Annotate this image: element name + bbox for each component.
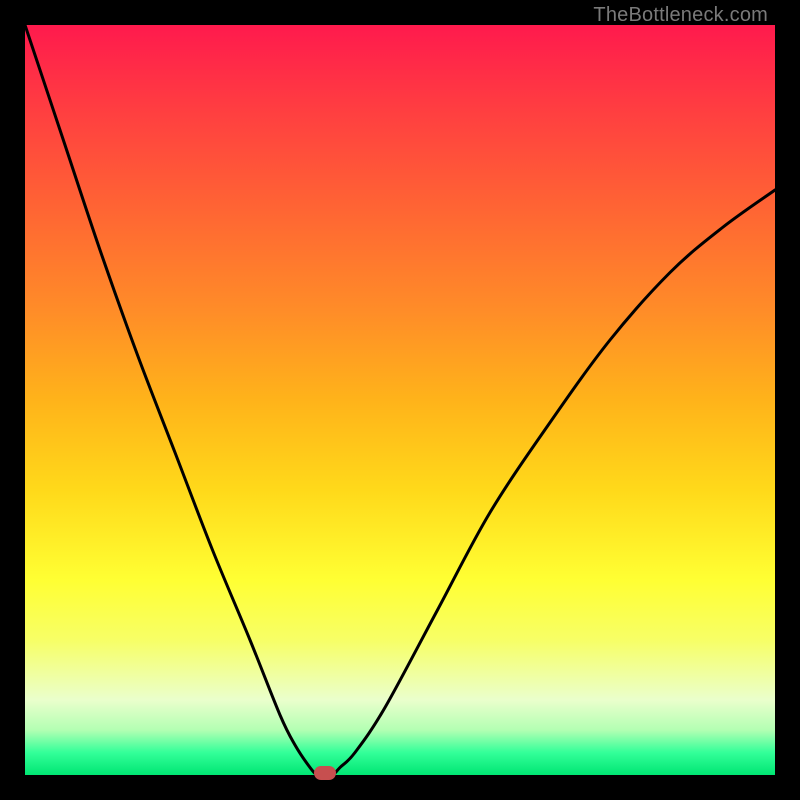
plot-area <box>25 25 775 775</box>
chart-frame: TheBottleneck.com <box>0 0 800 800</box>
bottleneck-curve <box>25 25 775 775</box>
optimal-point-marker <box>314 766 336 780</box>
watermark-text: TheBottleneck.com <box>593 4 768 27</box>
